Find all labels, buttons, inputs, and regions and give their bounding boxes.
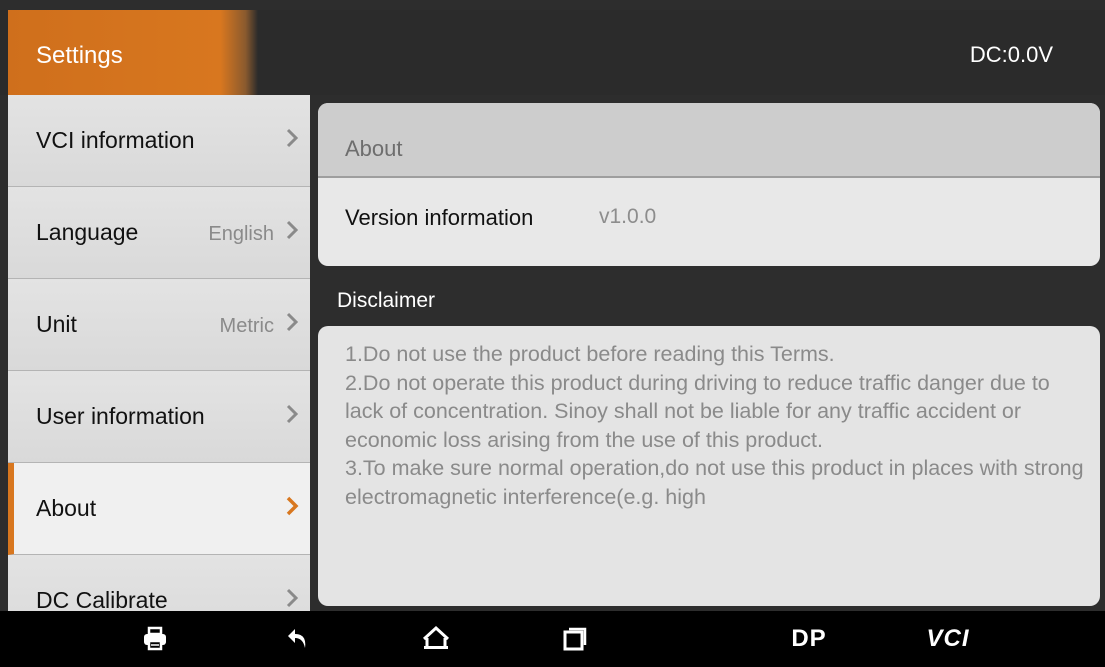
chevron-right-icon	[286, 588, 299, 608]
sidebar-item-label: Unit	[36, 311, 77, 337]
about-card-header: About	[318, 103, 1100, 178]
dp-label: DP	[791, 625, 827, 652]
header-bar: Settings DC:0.0V	[0, 10, 1105, 95]
page-title: Settings	[36, 42, 123, 69]
sidebar-item-unit[interactable]: Unit Metric	[8, 279, 310, 371]
settings-sidebar: VCI information Language English Unit Me…	[8, 95, 310, 611]
printer-icon	[144, 626, 166, 651]
about-card: About Version information v1.0.0	[318, 103, 1100, 266]
chevron-right-icon	[286, 496, 299, 516]
disclaimer-box[interactable]: 1.Do not use the product before reading …	[318, 326, 1100, 606]
chevron-right-icon	[286, 220, 299, 240]
sidebar-item-about[interactable]: About	[8, 463, 310, 555]
vci-label: VCI	[926, 625, 970, 652]
sidebar-item-dc-calibrate[interactable]: DC Calibrate	[8, 555, 310, 611]
sidebar-item-vci-information[interactable]: VCI information	[8, 95, 310, 187]
navigation-bar: DP VCI	[0, 611, 1105, 667]
title-tab: Settings	[8, 10, 258, 95]
sidebar-item-label: DC Calibrate	[36, 587, 168, 611]
vci-button[interactable]: VCI	[918, 619, 978, 659]
chevron-right-icon	[286, 312, 299, 332]
sidebar-item-value: English	[208, 223, 274, 245]
sidebar-item-label: Language	[36, 219, 139, 245]
settings-screen: Settings DC:0.0V VCI information Languag…	[0, 0, 1105, 667]
version-information-label: Version information	[345, 205, 534, 230]
home-icon	[422, 625, 450, 649]
recent-apps-button[interactable]	[545, 619, 605, 659]
version-number: v1.0.0	[599, 205, 657, 228]
sidebar-item-user-information[interactable]: User information	[8, 371, 310, 463]
sidebar-item-label: User information	[36, 403, 205, 429]
sidebar-item-label: VCI information	[36, 127, 195, 153]
printer-button[interactable]	[125, 619, 185, 659]
chevron-right-icon	[286, 404, 299, 424]
disclaimer-text: 1.Do not use the product before reading …	[345, 342, 1084, 509]
back-button[interactable]	[268, 619, 328, 659]
sidebar-item-language[interactable]: Language English	[8, 187, 310, 279]
back-icon	[288, 629, 306, 648]
disclaimer-title: Disclaimer	[337, 289, 436, 312]
about-section-title: About	[345, 136, 403, 161]
dp-button[interactable]: DP	[779, 619, 839, 659]
chevron-right-icon	[286, 128, 299, 148]
sidebar-item-label: About	[36, 495, 97, 521]
sidebar-item-value: Metric	[219, 315, 274, 337]
recent-apps-icon	[563, 627, 587, 651]
home-button[interactable]	[406, 619, 466, 659]
dc-voltage-readout: DC:0.0V	[969, 42, 1053, 67]
